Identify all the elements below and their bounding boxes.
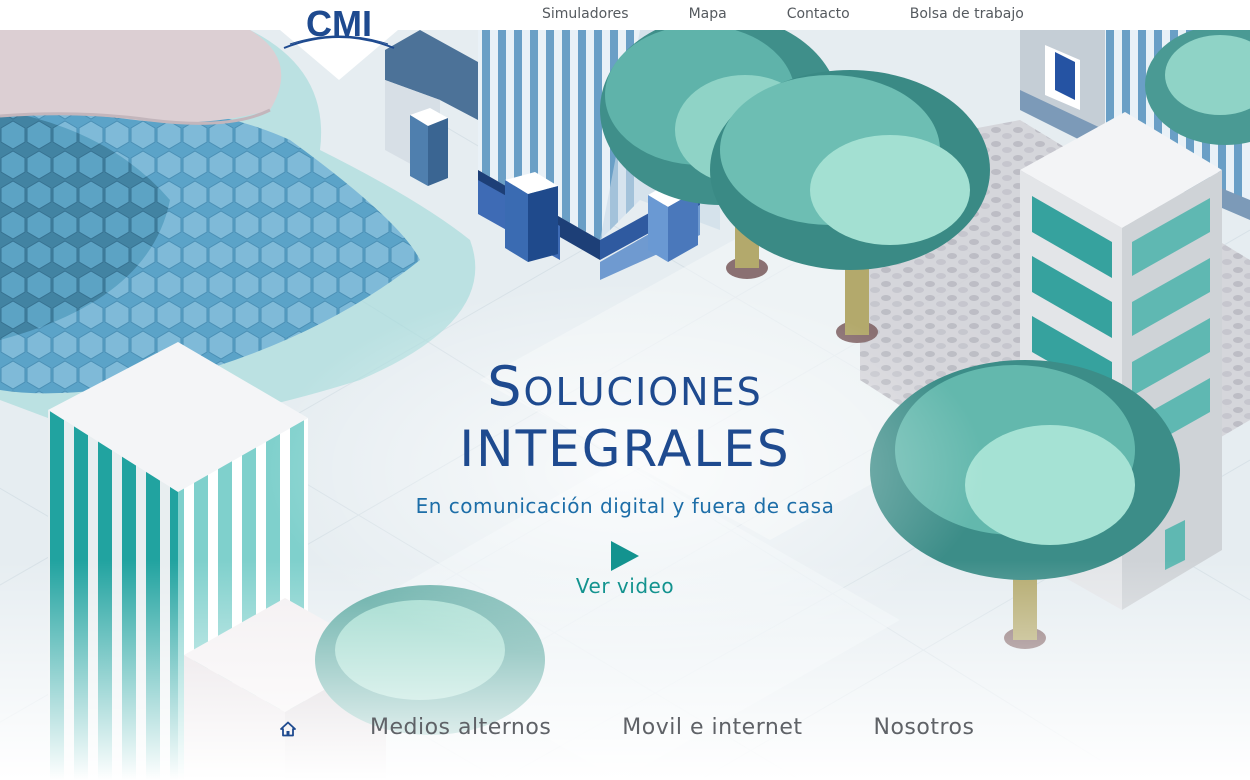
bottom-nav-nosotros[interactable]: Nosotros [873, 715, 974, 740]
play-icon[interactable] [610, 540, 640, 572]
bottom-nav: Medios alternos Movil e internet Nosotro… [280, 710, 974, 744]
hero-text: Soluciones integrales En comunicación di… [325, 356, 925, 599]
hero-title: Soluciones integrales [325, 356, 925, 480]
nav-simuladores-link[interactable]: Simuladores [542, 6, 629, 22]
cmi-logo[interactable]: CMI [280, 0, 398, 80]
top-nav: Simuladores Mapa Contacto Bolsa de traba… [512, 6, 1024, 22]
nav-contacto-link[interactable]: Contacto [787, 6, 850, 22]
ver-video-link[interactable]: Ver video [325, 574, 925, 598]
bottom-nav-movil-e-internet[interactable]: Movil e internet [622, 715, 802, 740]
nav-bolsa-de-trabajo-link[interactable]: Bolsa de trabajo [910, 6, 1024, 22]
bottom-nav-medios-alternos[interactable]: Medios alternos [370, 715, 551, 740]
hero-title-line1: Soluciones [487, 355, 763, 418]
nav-mapa-link[interactable]: Mapa [689, 6, 727, 22]
home-icon[interactable] [280, 721, 296, 737]
page: CMI Simuladores Mapa Contacto Bolsa de t… [0, 0, 1250, 780]
hero-subtitle: En comunicación digital y fuera de casa [415, 494, 835, 518]
hero-title-line2: integrales [459, 420, 791, 478]
